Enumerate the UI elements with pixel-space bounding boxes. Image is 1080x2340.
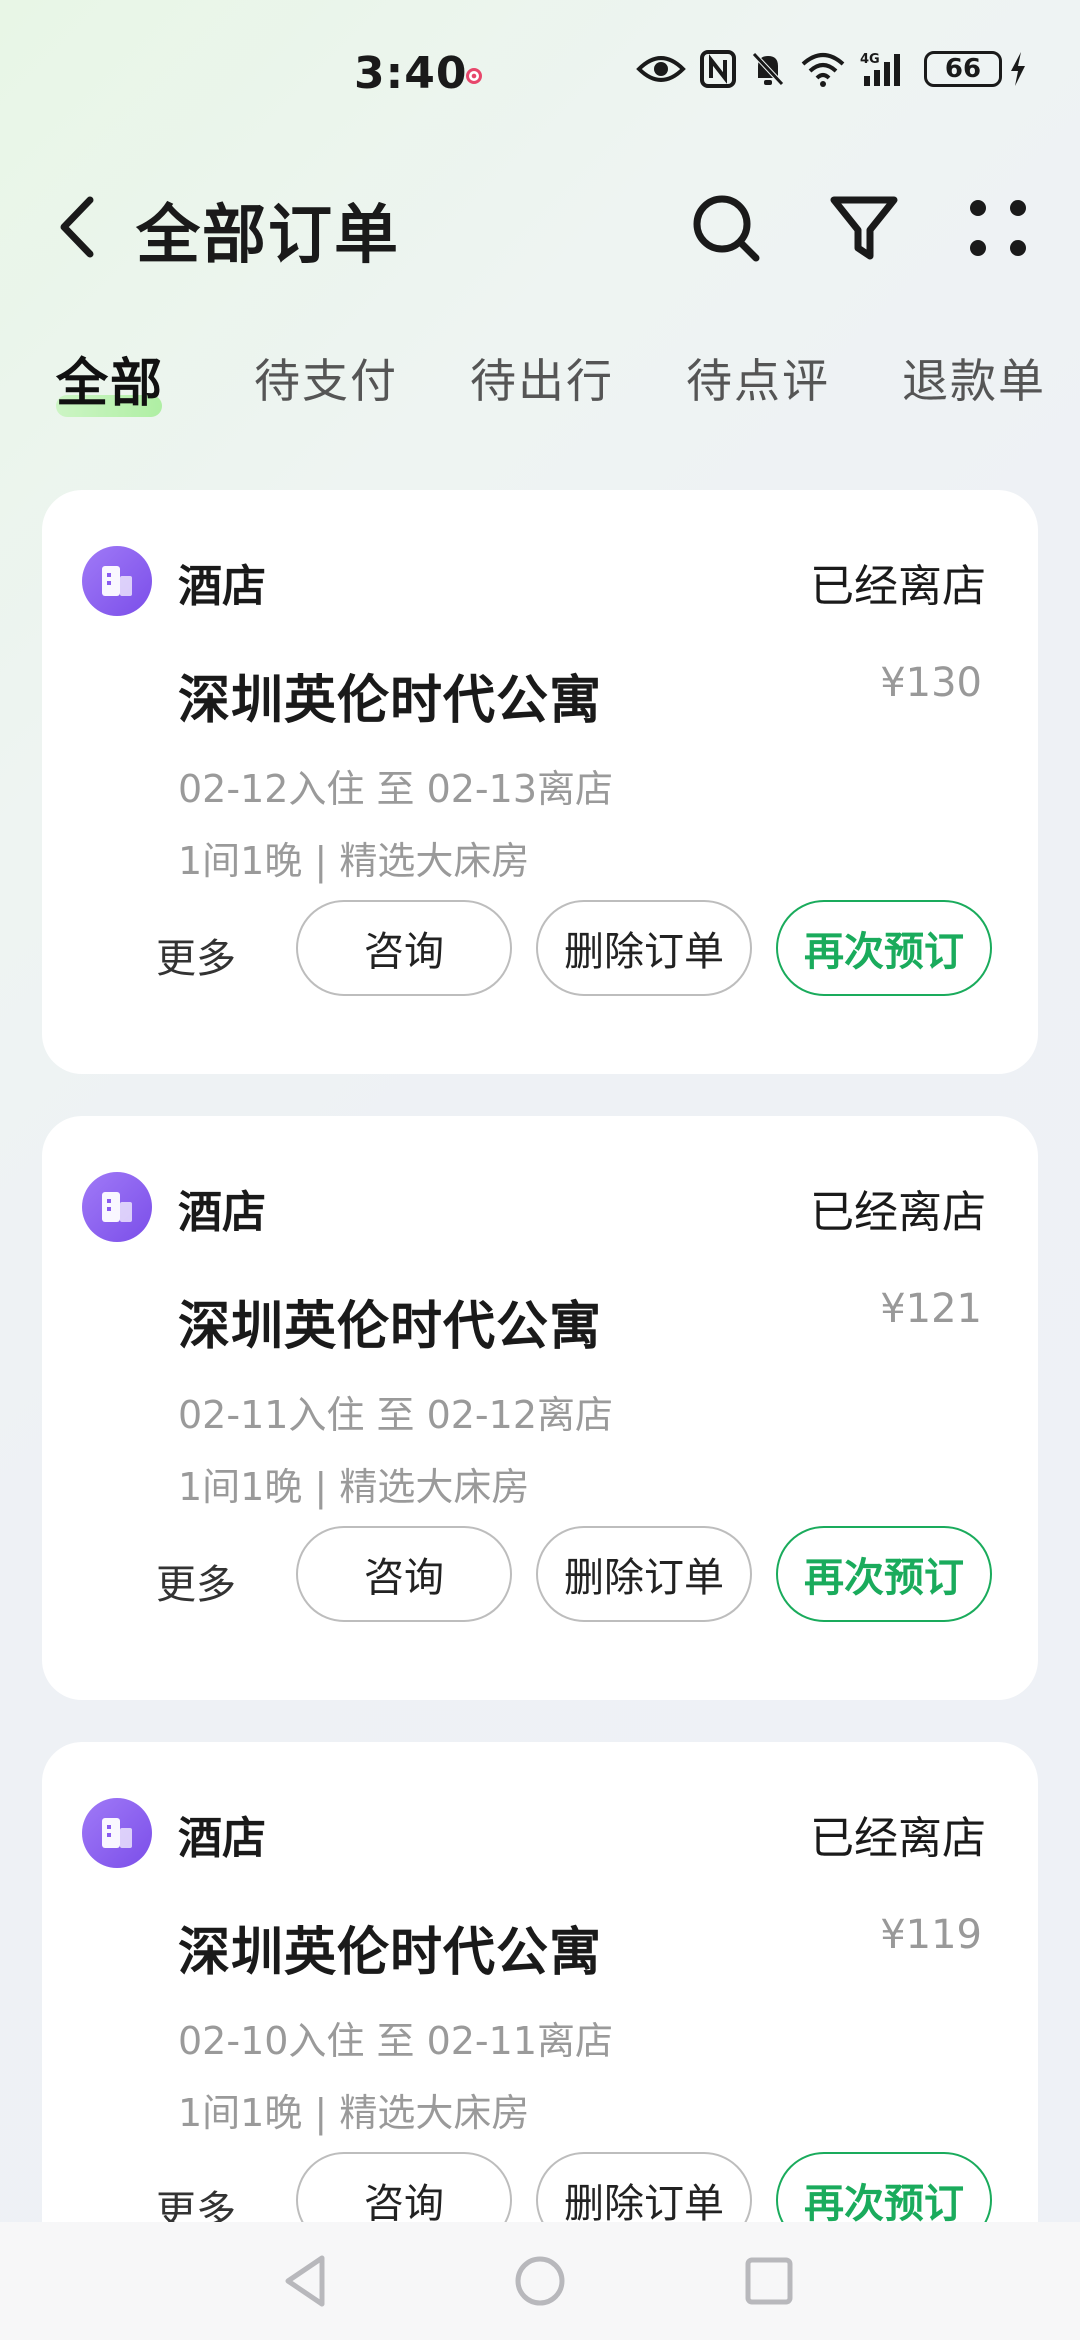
consult-button[interactable]: 咨询 — [296, 1526, 512, 1622]
tab-all[interactable]: 全部 — [56, 341, 164, 416]
status-time: 3:40 — [354, 48, 468, 99]
nav-back-icon[interactable] — [272, 2246, 342, 2316]
delete-order-button[interactable]: 删除订单 — [536, 1526, 752, 1622]
more-dots-icon[interactable] — [960, 190, 1036, 266]
nav-recents-icon[interactable] — [734, 2246, 804, 2316]
bell-muted-icon — [752, 52, 784, 86]
room-info: 1间1晚 | 精选大床房 — [178, 839, 530, 883]
battery-indicator: 66 — [924, 50, 1028, 88]
rebook-button[interactable]: 再次预订 — [776, 900, 992, 996]
recording-dot-icon — [466, 68, 482, 84]
battery-level: 66 — [944, 54, 982, 84]
order-price: ¥121 — [880, 1286, 982, 1332]
tab-pending-travel[interactable]: 待出行 — [470, 345, 614, 411]
room-info: 1间1晚 | 精选大床房 — [178, 1465, 530, 1509]
order-category: 酒店 — [178, 561, 266, 612]
nav-home-icon[interactable] — [505, 2246, 575, 2316]
status-bar: 3:40 4G 66 — [0, 0, 1080, 150]
order-status: 已经离店 — [810, 1187, 986, 1238]
hotel-icon — [82, 1798, 152, 1868]
tab-pending-review[interactable]: 待点评 — [686, 345, 830, 411]
consult-button[interactable]: 咨询 — [296, 900, 512, 996]
hotel-name: 深圳英伦时代公寓 — [178, 671, 603, 731]
delete-order-button[interactable]: 删除订单 — [536, 900, 752, 996]
system-nav-bar — [0, 2222, 1080, 2340]
back-arrow-icon[interactable] — [50, 192, 106, 262]
stay-dates: 02-11入住 至 02-12离店 — [178, 1393, 613, 1437]
hotel-name: 深圳英伦时代公寓 — [178, 1297, 603, 1357]
rebook-button[interactable]: 再次预订 — [776, 1526, 992, 1622]
order-card[interactable]: 酒店 已经离店 深圳英伦时代公寓 ¥121 02-11入住 至 02-12离店 … — [42, 1116, 1038, 1700]
header: 全部订单 — [0, 170, 1080, 280]
more-button[interactable]: 更多 — [156, 926, 236, 984]
search-icon[interactable] — [688, 190, 764, 266]
order-card[interactable]: 酒店 已经离店 深圳英伦时代公寓 ¥130 02-12入住 至 02-13离店 … — [42, 490, 1038, 1074]
room-info: 1间1晚 | 精选大床房 — [178, 2091, 530, 2135]
order-status: 已经离店 — [810, 561, 986, 612]
tab-refunds[interactable]: 退款单 — [902, 345, 1046, 411]
stay-dates: 02-10入住 至 02-11离店 — [178, 2019, 613, 2063]
wifi-icon — [801, 53, 845, 87]
page-title: 全部订单 — [136, 199, 400, 273]
order-price: ¥119 — [880, 1912, 982, 1958]
order-category: 酒店 — [178, 1187, 266, 1238]
stay-dates: 02-12入住 至 02-13离店 — [178, 767, 613, 811]
order-category: 酒店 — [178, 1813, 266, 1864]
charging-icon — [1011, 52, 1025, 86]
hotel-icon — [82, 1172, 152, 1242]
order-status: 已经离店 — [810, 1813, 986, 1864]
filter-icon[interactable] — [826, 190, 902, 266]
order-price: ¥130 — [880, 660, 982, 706]
more-button[interactable]: 更多 — [156, 1552, 236, 1610]
status-icons: 4G 66 — [636, 50, 1028, 88]
tab-pending-payment[interactable]: 待支付 — [254, 345, 398, 411]
hotel-name: 深圳英伦时代公寓 — [178, 1923, 603, 1983]
svg-text:4G: 4G — [860, 52, 880, 67]
battery-icon: 66 — [924, 51, 1002, 87]
order-tabs: 全部 待支付 待出行 待点评 退款单 — [0, 345, 1080, 435]
signal-4g-icon: 4G — [860, 52, 900, 86]
hotel-icon — [82, 546, 152, 616]
eye-icon — [636, 56, 686, 82]
nfc-icon — [700, 50, 736, 88]
